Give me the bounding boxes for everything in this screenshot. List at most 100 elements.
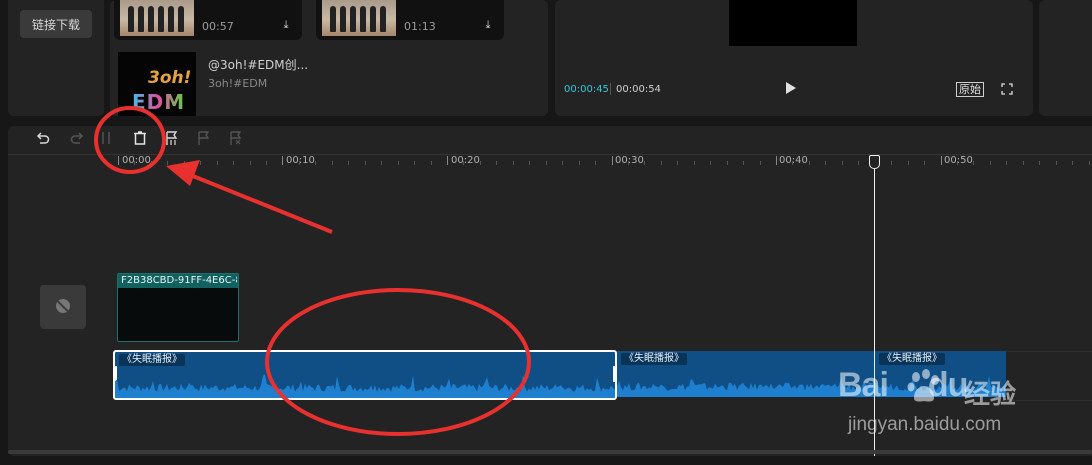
music-title: @3oh!#EDM创... bbox=[208, 58, 309, 72]
media-item-2[interactable]: 01:13 ⤓ bbox=[316, 0, 504, 40]
ruler-tick bbox=[595, 161, 596, 165]
preview-screen bbox=[729, 0, 857, 46]
ruler-tick bbox=[184, 161, 185, 165]
ruler-tick bbox=[776, 156, 777, 165]
ruler-tick bbox=[332, 161, 333, 165]
download-icon[interactable]: ⤓ bbox=[480, 18, 496, 34]
music-artist: 3oh!#EDM bbox=[208, 77, 268, 90]
ruler-tick bbox=[858, 161, 859, 165]
ruler-tick bbox=[661, 161, 662, 165]
fullscreen-icon[interactable] bbox=[1001, 83, 1013, 95]
audio-track-empty bbox=[1006, 351, 1092, 401]
media-thumbnail bbox=[322, 0, 396, 36]
ruler-tick bbox=[612, 156, 613, 165]
mute-track-button[interactable] bbox=[40, 285, 86, 329]
ruler-tick bbox=[1023, 161, 1024, 165]
right-panel bbox=[1039, 0, 1092, 116]
music-thumb-text-2: EDM bbox=[132, 90, 186, 114]
audio-waveform bbox=[115, 374, 615, 398]
ruler-tick bbox=[217, 161, 218, 165]
ruler-tick bbox=[908, 161, 909, 165]
split-icon[interactable] bbox=[97, 130, 115, 148]
ruler-tick bbox=[529, 161, 530, 165]
ruler-tick bbox=[151, 161, 152, 165]
ruler-tick bbox=[299, 161, 300, 165]
link-download-button[interactable]: 链接下载 bbox=[20, 10, 92, 38]
ruler-tick bbox=[579, 161, 580, 165]
audio-clip-selected[interactable]: 《失眠播报》 bbox=[113, 350, 617, 400]
timeline-scrollbar[interactable] bbox=[8, 450, 1092, 454]
delete-icon[interactable] bbox=[131, 130, 149, 148]
ruler-tick bbox=[924, 161, 925, 165]
ruler-tick bbox=[546, 161, 547, 165]
ruler-tick bbox=[496, 161, 497, 165]
ruler-tick bbox=[1072, 161, 1073, 165]
toolbar-divider bbox=[8, 154, 1092, 155]
ruler-tick bbox=[727, 161, 728, 165]
media-thumbnail bbox=[120, 0, 194, 36]
music-thumbnail[interactable]: 3oh! EDM bbox=[118, 52, 196, 116]
ruler-tick bbox=[1039, 161, 1040, 165]
audio-clip-label: 《失眠播报》 bbox=[621, 353, 687, 365]
ruler-tick bbox=[990, 161, 991, 165]
undo-icon[interactable] bbox=[34, 130, 52, 148]
waveform-path bbox=[115, 374, 615, 398]
freeze-frame-icon[interactable] bbox=[163, 130, 181, 148]
total-time: 00:00:54 bbox=[616, 84, 661, 95]
ruler-tick bbox=[266, 161, 267, 165]
media-duration: 01:13 bbox=[404, 20, 436, 33]
ruler-tick bbox=[431, 161, 432, 165]
ruler-tick bbox=[891, 161, 892, 165]
ruler-label: 00:10 bbox=[286, 155, 315, 166]
ruler-tick bbox=[1056, 161, 1057, 165]
audio-clip-label: 《失眠播报》 bbox=[119, 354, 185, 366]
playhead-line bbox=[874, 158, 875, 456]
time-divider bbox=[610, 83, 611, 95]
ruler-tick bbox=[282, 156, 283, 165]
ruler-tick bbox=[118, 156, 119, 165]
ruler-tick bbox=[200, 161, 201, 165]
ruler-tick bbox=[694, 161, 695, 165]
ruler-tick bbox=[348, 161, 349, 165]
ruler-label: 00:20 bbox=[451, 155, 480, 166]
ruler-tick bbox=[809, 161, 810, 165]
watermark-brand: Bai du bbox=[838, 366, 968, 404]
music-thumb-text-1: 3oh! bbox=[148, 68, 192, 88]
watermark-text: 经验 bbox=[964, 380, 1017, 410]
ruler-label: 00:50 bbox=[944, 155, 973, 166]
ruler-tick bbox=[134, 161, 135, 165]
ruler-tick bbox=[941, 156, 942, 165]
ruler-tick bbox=[760, 161, 761, 165]
ruler-tick bbox=[628, 161, 629, 165]
ruler-tick bbox=[644, 161, 645, 165]
ruler-label: 00:00 bbox=[122, 155, 151, 166]
original-ratio-button[interactable]: 原始 bbox=[956, 82, 984, 97]
watermark-url: jingyan.baidu.com bbox=[848, 414, 1002, 435]
ruler-tick bbox=[365, 161, 366, 165]
media-duration: 00:57 bbox=[202, 20, 234, 33]
ruler-tick bbox=[973, 161, 974, 165]
ruler-tick bbox=[825, 161, 826, 165]
media-item-1[interactable]: 00:57 ⤓ bbox=[114, 0, 302, 40]
redo-icon[interactable] bbox=[68, 130, 86, 148]
video-clip[interactable]: F2B38CBD-91FF-4E6C-8 bbox=[117, 273, 239, 342]
ruler-label: 00:40 bbox=[779, 155, 808, 166]
download-icon[interactable]: ⤓ bbox=[278, 18, 294, 34]
ruler-tick bbox=[1006, 161, 1007, 165]
video-clip-name: F2B38CBD-91FF-4E6C-8 bbox=[121, 275, 237, 286]
ruler-tick bbox=[233, 161, 234, 165]
ruler-label: 00:30 bbox=[615, 155, 644, 166]
current-time: 00:00:45 bbox=[564, 84, 609, 95]
ruler-tick bbox=[167, 161, 168, 165]
ruler-tick bbox=[447, 156, 448, 165]
ruler-tick bbox=[710, 161, 711, 165]
marker-icon[interactable] bbox=[195, 130, 213, 148]
play-icon[interactable] bbox=[786, 82, 796, 94]
ruler-tick bbox=[842, 161, 843, 165]
audio-clip-label: 《失眠播报》 bbox=[879, 353, 945, 365]
ruler-tick bbox=[381, 161, 382, 165]
ruler-tick bbox=[562, 161, 563, 165]
ruler-tick bbox=[480, 161, 481, 165]
playhead-handle[interactable] bbox=[869, 155, 880, 169]
marker-delete-icon[interactable] bbox=[227, 130, 245, 148]
